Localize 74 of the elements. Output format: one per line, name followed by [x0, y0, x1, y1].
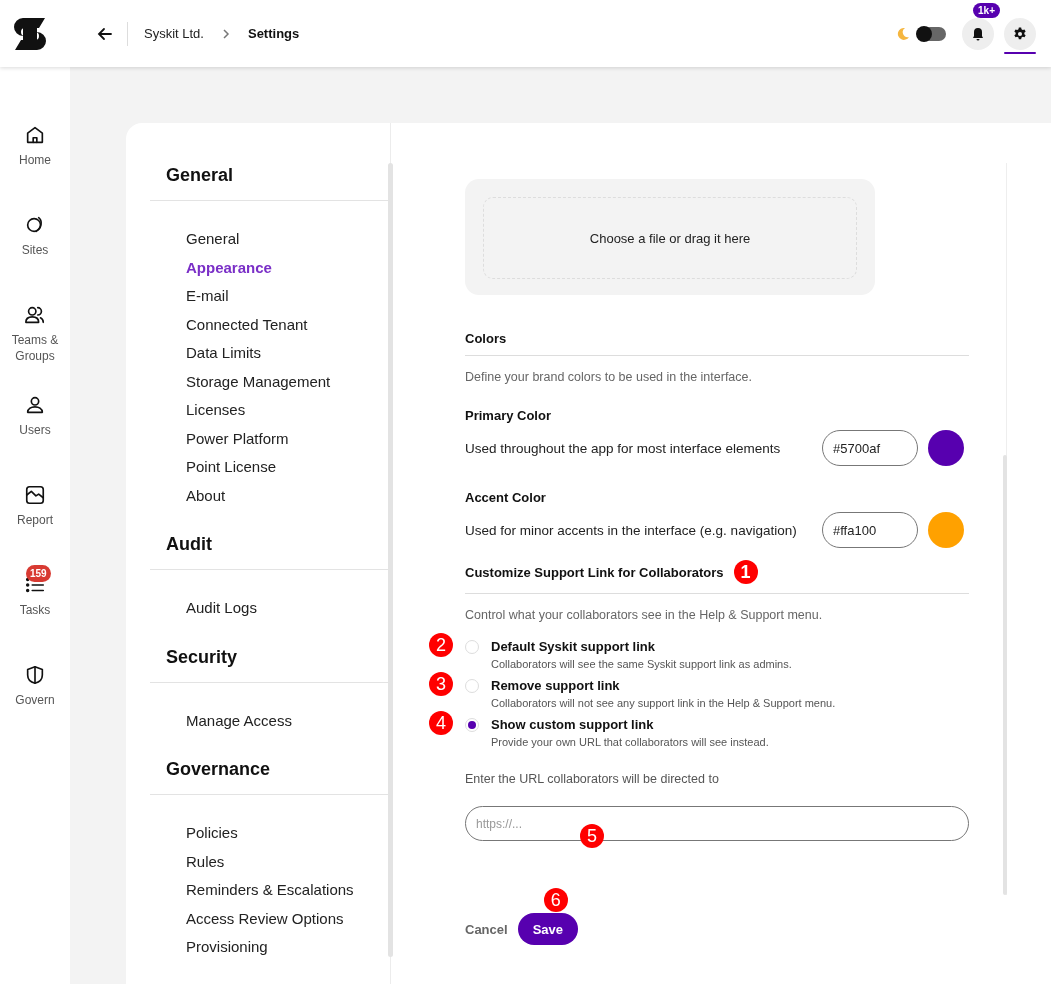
settings-nav-item[interactable]: Audit Logs [186, 594, 257, 623]
back-arrow-icon[interactable] [97, 25, 113, 42]
settings-nav-item[interactable]: Storage Management [186, 367, 331, 396]
settings-nav-item[interactable]: About [186, 481, 226, 510]
user-icon [24, 394, 46, 416]
field-description: Used throughout the app for most interface elements [465, 440, 782, 456]
moon-icon [896, 26, 910, 41]
field-label: Accent Color [465, 490, 547, 505]
nav-label: Tasks [19, 602, 51, 618]
nav-label: Teams & Groups [10, 332, 60, 364]
settings-nav-item[interactable]: Power Platform [186, 424, 289, 453]
breadcrumb-item: Settings [247, 26, 300, 41]
notifications-button[interactable] [962, 17, 994, 50]
settings-nav-item[interactable]: Provisioning [186, 933, 268, 962]
option-description: Provide your own URL that collaborators will see instead. [491, 736, 770, 748]
option-label: Remove support link [491, 678, 621, 693]
callout-marker: 3 [429, 672, 453, 696]
settings-nav-item[interactable]: Rules [186, 847, 225, 876]
settings-nav-item[interactable]: Access Review Options [186, 904, 344, 933]
notification-badge: 1k+ [973, 2, 1000, 18]
bell-icon [971, 26, 985, 41]
save-button[interactable]: Save [517, 913, 578, 945]
callout-marker: 4 [429, 711, 453, 735]
option-description: Collaborators will see the same Syskit support link as admins. [491, 658, 793, 670]
radio-button[interactable] [465, 718, 479, 732]
field-description: Used for minor accents in the interface (e.g. navigation) [465, 522, 798, 538]
color-swatch[interactable] [928, 430, 964, 466]
dark-mode-toggle[interactable] [918, 26, 946, 41]
count-badge: 159 [26, 565, 51, 582]
callout-marker: 5 [580, 824, 604, 848]
logo-icon[interactable] [13, 16, 47, 51]
nav-label: Sites [21, 242, 49, 258]
color-hex-field[interactable]: #ffa100 [822, 512, 918, 548]
radio-button[interactable] [465, 640, 479, 654]
breadcrumb-item[interactable]: Syskit Ltd. [144, 26, 204, 41]
field-label: Enter the URL collaborators will be directed to [465, 772, 720, 786]
file-dropzone[interactable]: Choose a file or drag it here [483, 197, 857, 279]
settings-nav-item[interactable]: Manage Access [186, 706, 292, 735]
nav-label: Report [17, 512, 53, 528]
settings-nav-item[interactable]: Point License [186, 453, 277, 482]
option-label: Show custom support link [491, 717, 655, 732]
settings-nav-item[interactable]: Licenses [186, 396, 246, 425]
people-icon [24, 304, 46, 326]
radio-button[interactable] [465, 679, 479, 693]
option-label: Default Syskit support link [491, 639, 656, 654]
callout-marker: 6 [543, 888, 568, 912]
shield-icon [24, 664, 46, 686]
nav-label: Home [19, 152, 51, 168]
callout-marker: 2 [429, 633, 453, 657]
cancel-button[interactable]: Cancel [465, 921, 508, 937]
settings-nav-item[interactable]: E-mail [186, 282, 229, 311]
settings-nav-item[interactable]: Reminders & Escalations [186, 876, 354, 905]
color-swatch[interactable] [928, 512, 964, 548]
settings-icon [1013, 26, 1027, 41]
section-description: Control what your collaborators see in the Help & Support menu. [465, 608, 824, 622]
section-title: Colors [465, 331, 969, 356]
home-icon [24, 124, 46, 146]
settings-nav-item[interactable]: Policies [186, 819, 238, 848]
section-title: Customize Support Link for Collaborators [465, 564, 724, 580]
settings-button[interactable] [1004, 17, 1036, 50]
scrollbar[interactable] [388, 163, 393, 957]
field-label: Primary Color [465, 408, 552, 423]
callout-marker: 1 [733, 560, 758, 584]
settings-nav-item[interactable]: Connected Tenant [186, 310, 308, 339]
settings-nav-item[interactable]: Appearance [186, 253, 272, 282]
image-frame-icon [24, 484, 46, 506]
section-description: Define your brand colors to be used in the interface. [465, 370, 753, 384]
settings-nav-item[interactable]: Data Limits [186, 339, 262, 368]
option-description: Collaborators will not see any support link in the Help & Support menu. [491, 697, 837, 709]
nav-label: Govern [15, 692, 55, 708]
settings-nav-item[interactable]: General [186, 225, 240, 254]
color-hex-field[interactable]: #5700af [822, 430, 918, 466]
chevron-right-icon [220, 28, 231, 39]
nav-label: Users [19, 422, 51, 438]
